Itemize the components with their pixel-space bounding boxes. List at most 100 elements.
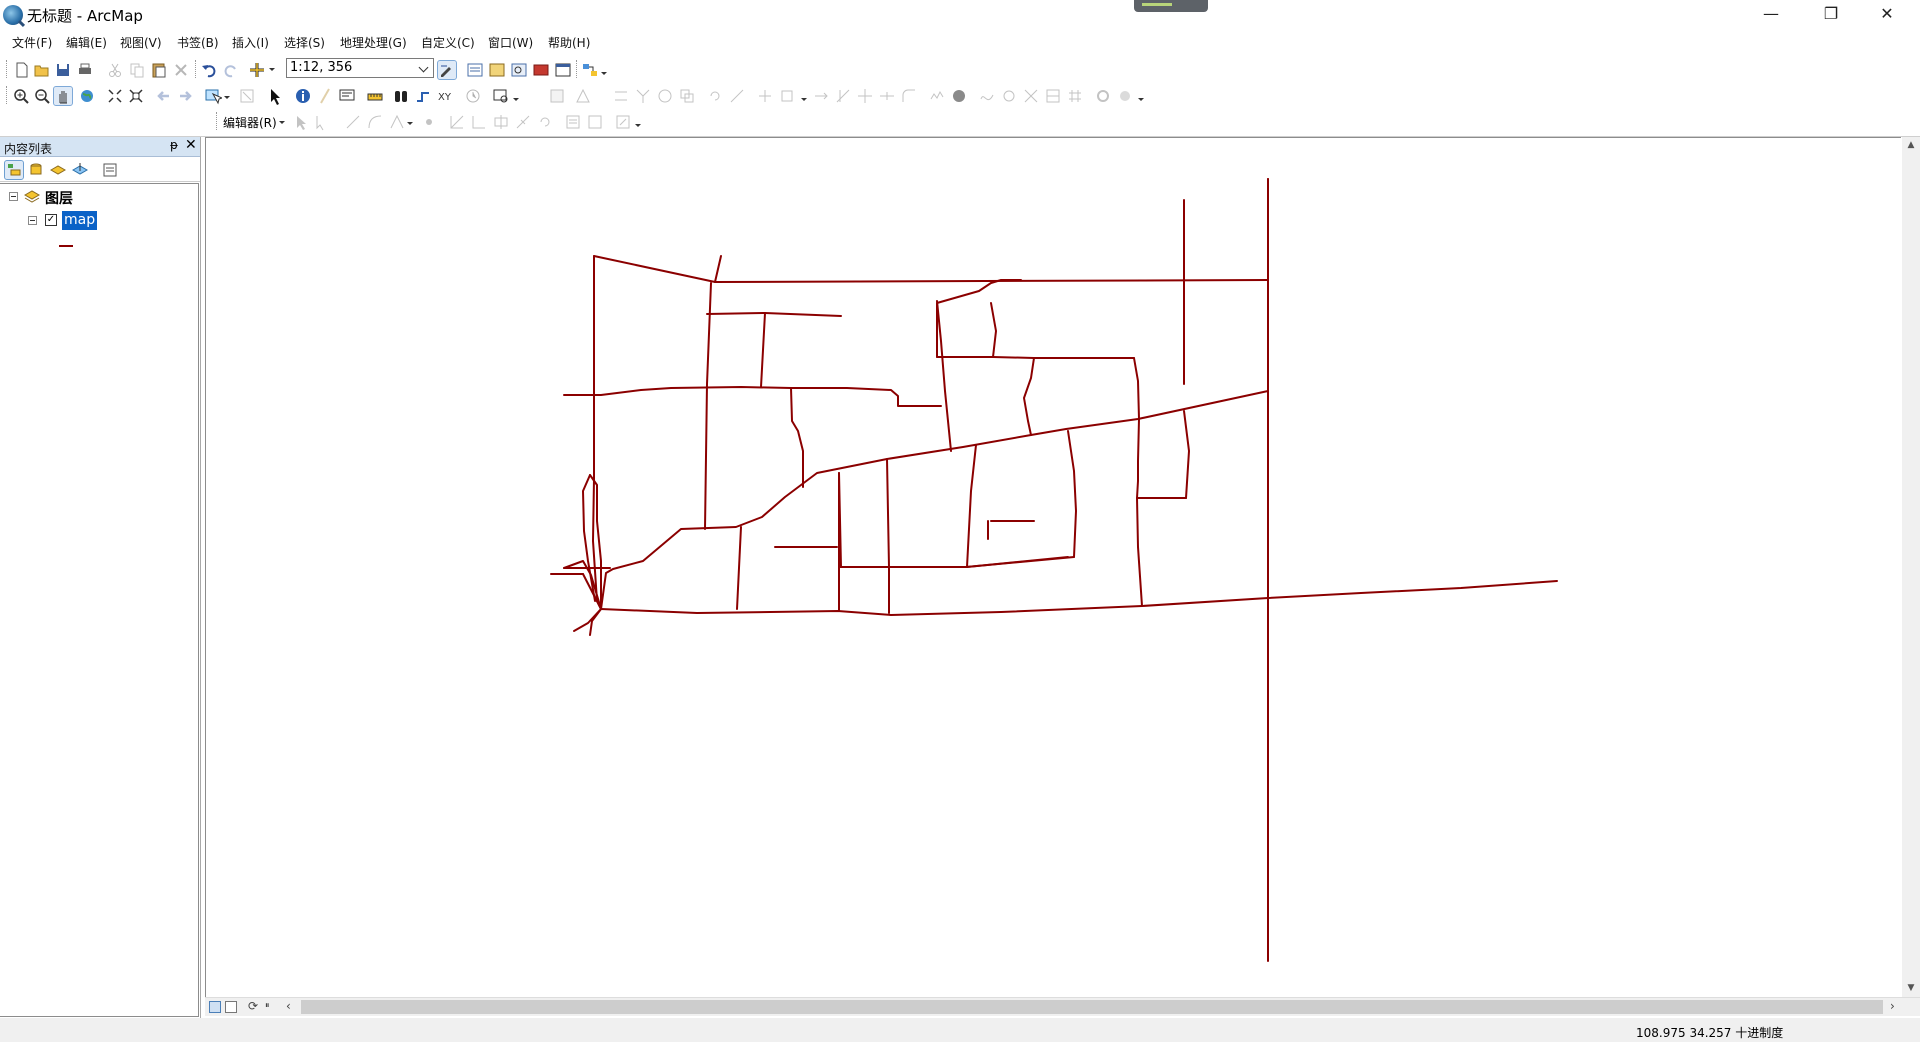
menu-help[interactable]: 帮助(H) xyxy=(548,34,590,51)
trace-icon[interactable] xyxy=(388,113,406,131)
zoom-in-icon[interactable] xyxy=(12,87,30,105)
tools-options-dropdown[interactable] xyxy=(512,92,519,104)
open-icon[interactable] xyxy=(33,61,51,79)
find-route-icon[interactable] xyxy=(414,87,432,105)
time-slider-icon[interactable] xyxy=(464,87,482,105)
scroll-down-arrow[interactable]: ▼ xyxy=(1902,980,1920,997)
select-features-icon[interactable] xyxy=(204,87,222,105)
list-by-selection-icon[interactable] xyxy=(71,161,89,179)
split-line-icon[interactable] xyxy=(514,113,532,131)
snap-icon[interactable] xyxy=(756,87,774,105)
delete-icon[interactable] xyxy=(172,61,190,79)
buffer-icon[interactable] xyxy=(656,87,674,105)
generalize-icon[interactable] xyxy=(928,87,946,105)
advanced-edit-dropdown[interactable] xyxy=(800,92,807,104)
hyperlink-icon[interactable] xyxy=(316,87,334,105)
sketch-properties-icon[interactable] xyxy=(586,113,604,131)
clear-selection-icon[interactable] xyxy=(238,87,256,105)
chevron-down-icon[interactable] xyxy=(417,59,433,77)
layout-view-button[interactable] xyxy=(225,1001,237,1013)
close-button[interactable]: ✕ xyxy=(1864,0,1910,30)
menu-file[interactable]: 文件(F) xyxy=(12,34,52,51)
sphere-icon[interactable] xyxy=(950,87,968,105)
select-elements-icon[interactable] xyxy=(266,87,284,105)
refresh-icon[interactable]: ⟳ xyxy=(248,999,258,1013)
select-features-dropdown[interactable] xyxy=(223,90,230,102)
print-icon[interactable] xyxy=(76,61,94,79)
line-symbol-swatch[interactable] xyxy=(59,245,73,247)
fixed-zoom-out-icon[interactable] xyxy=(127,87,145,105)
menu-bookmarks[interactable]: 书签(B) xyxy=(177,34,219,51)
find-icon[interactable] xyxy=(392,87,410,105)
union-icon[interactable] xyxy=(678,87,696,105)
scale-tool-icon[interactable] xyxy=(728,87,746,105)
toolbar-options-dropdown[interactable] xyxy=(600,66,607,78)
clip-icon[interactable] xyxy=(778,87,796,105)
reshape-icon[interactable] xyxy=(470,113,488,131)
map-layer-checkbox[interactable]: ✓ xyxy=(45,214,57,226)
map-view[interactable] xyxy=(205,137,1901,997)
copy-icon[interactable] xyxy=(128,61,146,79)
go-to-xy-icon[interactable]: XY xyxy=(436,87,454,105)
measure-icon[interactable] xyxy=(366,87,384,105)
merge-icon[interactable] xyxy=(634,87,652,105)
full-extent-icon[interactable] xyxy=(78,87,96,105)
edit-annotation-icon[interactable] xyxy=(312,113,330,131)
scroll-up-arrow[interactable]: ▲ xyxy=(1902,137,1920,154)
menu-windows[interactable]: 窗口(W) xyxy=(488,34,533,51)
add-data-icon[interactable] xyxy=(248,61,266,79)
list-by-visibility-icon[interactable] xyxy=(49,161,67,179)
data-view-button[interactable] xyxy=(209,1001,221,1013)
menu-geoprocessing[interactable]: 地理处理(G) xyxy=(340,34,407,51)
vertical-scrollbar[interactable]: ▲ ▼ xyxy=(1902,137,1920,997)
minimize-button[interactable]: — xyxy=(1748,0,1794,30)
scroll-left-arrow[interactable]: ‹ xyxy=(286,999,291,1013)
create-viewer-icon[interactable] xyxy=(492,87,510,105)
cut-icon[interactable] xyxy=(106,61,124,79)
menu-edit[interactable]: 编辑(E) xyxy=(66,34,107,51)
map-scale-combo[interactable]: 1:12, 356 xyxy=(286,58,434,78)
fillet-icon[interactable] xyxy=(900,87,918,105)
copy-parallel-icon[interactable] xyxy=(612,87,630,105)
extend-icon[interactable] xyxy=(812,87,830,105)
toolbar-grip[interactable] xyxy=(6,60,9,78)
collapse-map-layer-icon[interactable] xyxy=(28,216,37,225)
catalog-window-icon[interactable] xyxy=(488,61,506,79)
fixed-zoom-in-icon[interactable] xyxy=(106,87,124,105)
rotate-feature-icon[interactable] xyxy=(536,113,554,131)
straight-segment-icon[interactable] xyxy=(344,113,362,131)
point-icon[interactable] xyxy=(420,113,438,131)
edit-tool-icon[interactable] xyxy=(292,113,310,131)
georeference-icon[interactable] xyxy=(548,87,566,105)
map-layer-label[interactable]: map xyxy=(62,211,98,230)
toolbar-grip[interactable] xyxy=(6,86,9,104)
toolbar-grip[interactable] xyxy=(216,112,219,130)
forward-extent-icon[interactable] xyxy=(176,87,194,105)
new-document-icon[interactable] xyxy=(13,61,31,79)
create-features-icon[interactable] xyxy=(614,113,632,131)
save-icon[interactable] xyxy=(54,61,72,79)
redo-icon[interactable] xyxy=(222,61,240,79)
editor-options-dropdown[interactable] xyxy=(634,118,641,130)
split-tool-icon[interactable] xyxy=(878,87,896,105)
gear-icon[interactable] xyxy=(1094,87,1112,105)
menu-view[interactable]: 视图(V) xyxy=(120,34,162,51)
smooth-icon[interactable] xyxy=(978,87,996,105)
rubbersheet-icon[interactable] xyxy=(1022,87,1040,105)
zoom-out-icon[interactable] xyxy=(33,87,51,105)
extra-tools-dropdown[interactable] xyxy=(1137,92,1144,104)
toc-options-icon[interactable] xyxy=(101,161,119,179)
modelbuilder-icon[interactable] xyxy=(581,61,599,79)
pause-drawing-icon[interactable]: ⏸ xyxy=(265,1001,270,1011)
toc-close-button[interactable]: ✕ xyxy=(185,137,197,153)
segment-tools-dropdown[interactable] xyxy=(406,116,413,128)
line-intersection-icon[interactable] xyxy=(856,87,874,105)
edit-vertices-icon[interactable] xyxy=(448,113,466,131)
arctoolbox-icon[interactable] xyxy=(532,61,550,79)
align-edge-icon[interactable] xyxy=(1044,87,1062,105)
list-by-source-icon[interactable] xyxy=(27,161,45,179)
rotate-icon[interactable] xyxy=(706,87,724,105)
undo-icon[interactable] xyxy=(200,61,218,79)
back-extent-icon[interactable] xyxy=(155,87,173,105)
road-network-map[interactable] xyxy=(206,138,1902,998)
